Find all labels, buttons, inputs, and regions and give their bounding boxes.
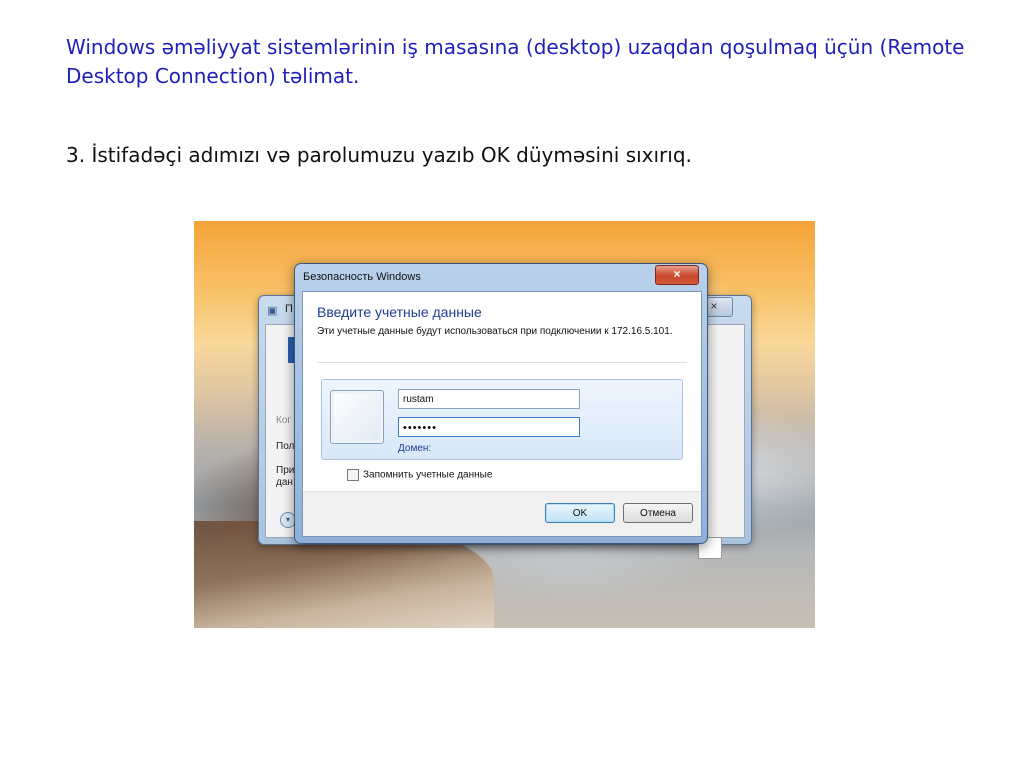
remote-desktop-text-4: дан (276, 477, 293, 488)
remote-desktop-text-2: Пол (276, 441, 295, 452)
step-instruction: 3. İstifadəçi adımızı və parolumuzu yazı… (66, 143, 692, 167)
credential-panel[interactable]: rustam ••••••• Домен: (321, 379, 683, 460)
remote-desktop-icon: ▣ (267, 305, 278, 317)
remote-desktop-text-1: Ког (276, 415, 292, 426)
remember-credentials[interactable]: Запомнить учетные данные (347, 469, 492, 481)
username-field[interactable]: rustam (398, 389, 580, 409)
dialog-body: Введите учетные данные Эти учетные данны… (302, 291, 702, 537)
slide-title: Windows əməliyyat sistemlərinin iş masas… (66, 35, 965, 88)
cancel-button[interactable]: Отмена (623, 503, 693, 523)
remote-desktop-window-title: П (285, 303, 293, 315)
domain-label: Домен: (398, 443, 432, 454)
divider (317, 362, 687, 363)
dialog-heading: Введите учетные данные (317, 304, 482, 320)
windows-security-dialog: Безопасность Windows × Введите учетные д… (294, 263, 708, 544)
user-tile-icon (330, 390, 384, 444)
ok-button[interactable]: OK (545, 503, 615, 523)
password-field[interactable]: ••••••• (398, 417, 580, 437)
dialog-footer: OK Отмена (303, 491, 701, 536)
screenshot: ▣ П × Ког Пол При дан ▾ Безопасность Win… (194, 221, 815, 628)
dialog-close-button[interactable]: × (655, 265, 699, 285)
remember-checkbox[interactable] (347, 469, 359, 481)
dialog-title: Безопасность Windows (303, 271, 421, 283)
dialog-description: Эти учетные данные будут использоваться … (317, 326, 673, 337)
remember-label: Запомнить учетные данные (363, 469, 493, 481)
remote-desktop-text-3: При (276, 465, 295, 476)
